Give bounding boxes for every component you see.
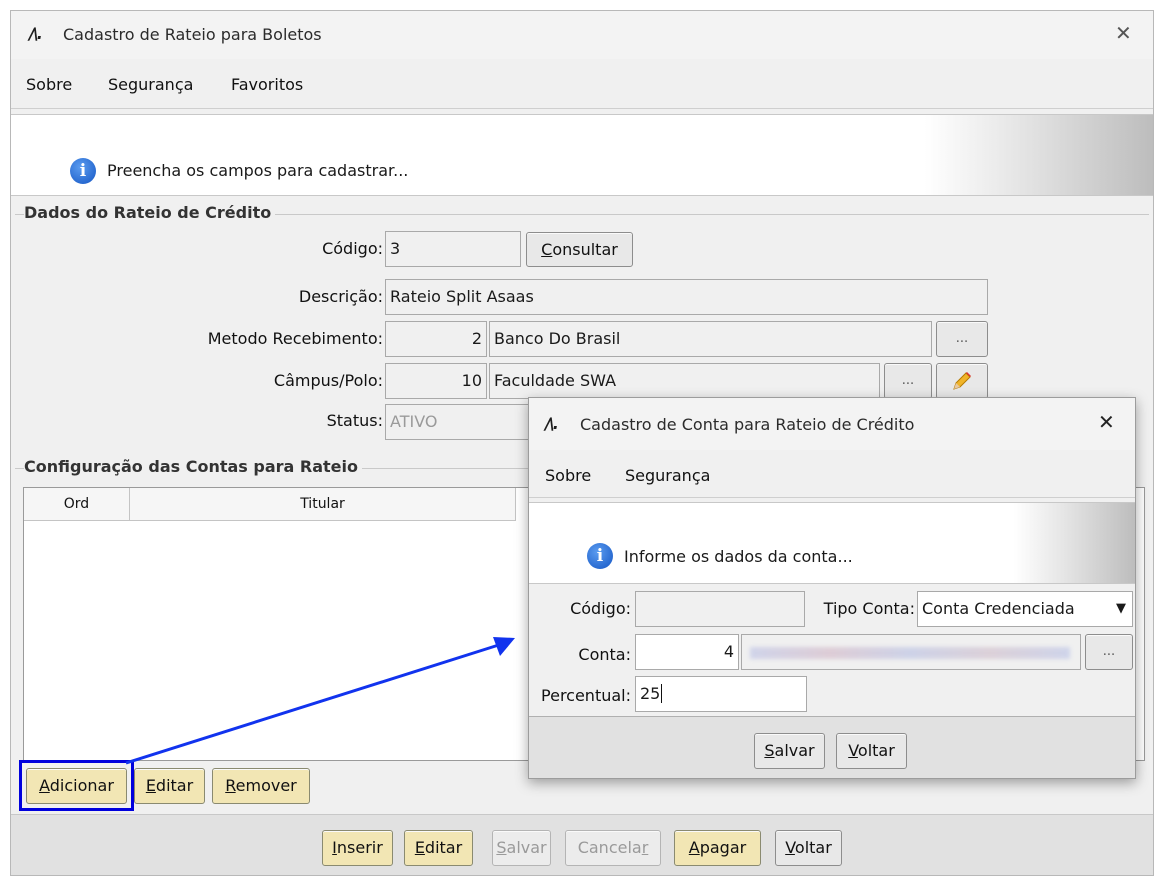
text-cursor	[661, 684, 663, 703]
dialog-menu-bar: Sobre Segurança	[529, 450, 1135, 498]
dialog-voltar-button[interactable]: Voltar	[836, 733, 907, 769]
menu-sobre[interactable]: Sobre	[545, 466, 591, 485]
percentual-value: 25	[640, 684, 661, 703]
dialog-salvar-button[interactable]: Salvar	[754, 733, 825, 769]
menu-seguranca[interactable]: Segurança	[625, 466, 710, 485]
dialog-button-bar: Salvar Voltar	[529, 716, 1135, 778]
percentual-field[interactable]: 25	[635, 676, 807, 712]
percentual-label: Percentual:	[541, 686, 631, 705]
dropdown-arrow-icon[interactable]: ▼	[1116, 592, 1126, 626]
dialog-info-banner: i Informe os dados da conta...	[529, 502, 1135, 584]
app-logo-icon: /\.	[545, 414, 559, 433]
conta-label: Conta:	[578, 645, 631, 664]
tipo-conta-select[interactable]: Conta Credenciada ▼	[917, 591, 1133, 627]
conta-code-field[interactable]: 4	[635, 634, 739, 670]
dialog-info-message: Informe os dados da conta...	[624, 547, 853, 566]
dialog-title: Cadastro de Conta para Rateio de Crédito	[580, 415, 915, 434]
tipo-conta-value: Conta Credenciada	[922, 599, 1075, 618]
close-icon[interactable]: ✕	[1098, 410, 1115, 434]
redacted-name	[750, 647, 1070, 659]
conta-name-field	[741, 634, 1081, 670]
dialog-window: /\. Cadastro de Conta para Rateio de Cré…	[528, 397, 1136, 779]
dialog-codigo-field[interactable]	[635, 591, 805, 627]
conta-lookup-button[interactable]: ...	[1085, 634, 1133, 670]
tipo-conta-label: Tipo Conta:	[823, 599, 915, 618]
info-icon: i	[587, 543, 613, 569]
dialog-codigo-label: Código:	[570, 599, 631, 618]
dialog-title-bar: /\. Cadastro de Conta para Rateio de Cré…	[529, 398, 1135, 450]
